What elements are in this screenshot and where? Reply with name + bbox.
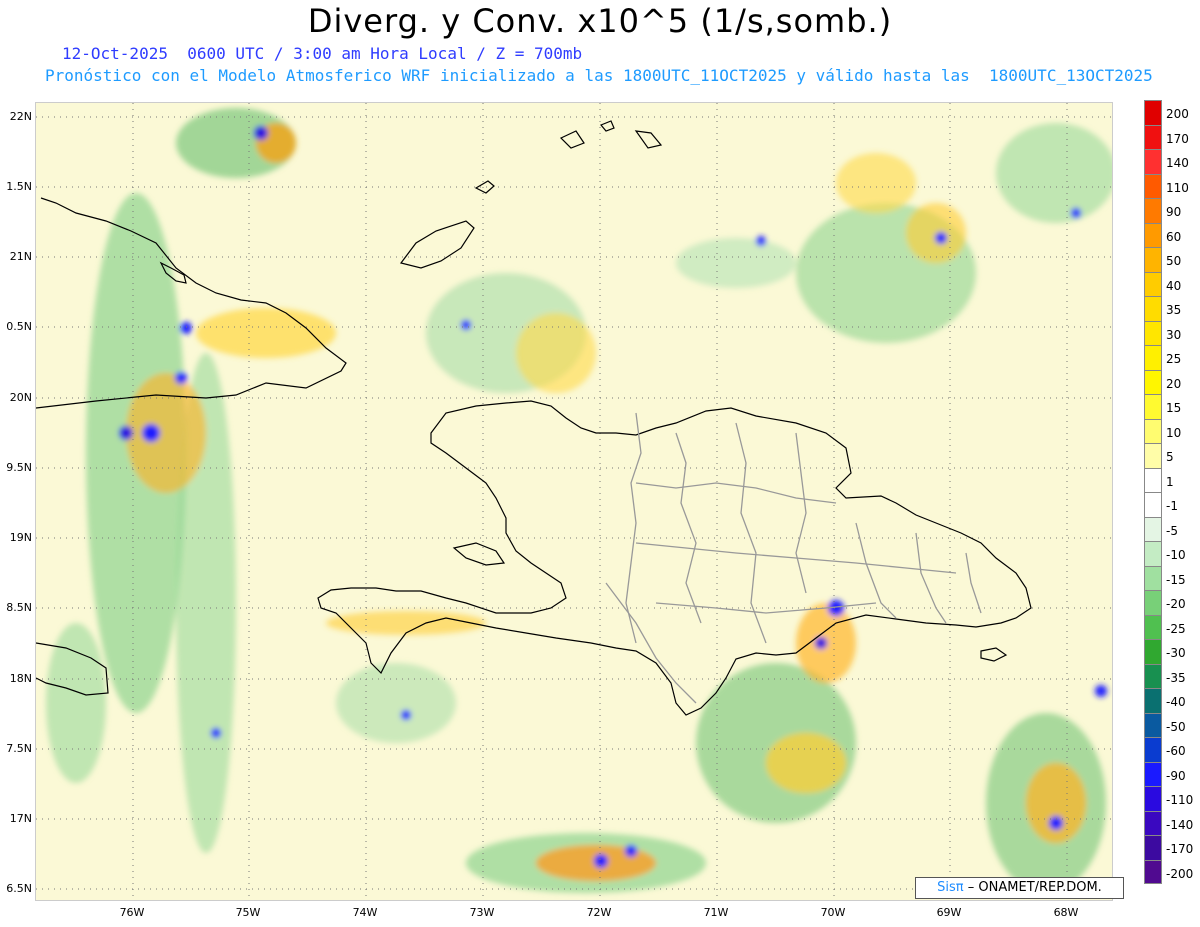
colorbar-label: -30 [1166,646,1186,660]
lat-label: 9.5N [6,461,32,474]
lon-label: 74W [352,906,378,919]
colorbar-label: 30 [1166,327,1182,342]
colorbar-label: -40 [1166,695,1186,709]
colorbar-label: 60 [1166,229,1182,244]
colorbar-swatch [1144,614,1162,639]
colorbar-swatch [1144,198,1162,223]
valid-time-subtitle: 12-Oct-2025 0600 UTC / 3:00 am Hora Loca… [62,44,583,63]
colorbar-label: -10 [1166,548,1186,562]
lon-label: 73W [469,906,495,919]
colorbar-label: -50 [1166,719,1186,734]
colorbar-label: 35 [1166,303,1182,317]
colorbar-swatch [1144,222,1162,247]
colorbar-label: 20 [1166,376,1182,391]
lat-label: 18N [9,672,32,685]
colorbar-label: -140 [1166,817,1194,832]
colorbar-swatch [1144,541,1162,566]
colorbar-label: 15 [1166,401,1182,415]
map-title: Diverg. y Conv. x10^5 (1/s,somb.) [307,2,893,40]
lat-label: 0.5N [6,320,32,333]
colorbar-swatch [1144,271,1162,296]
colorbar-swatch [1144,247,1162,272]
lon-label: 75W [235,906,261,919]
colorbar-label: 200 [1166,107,1189,121]
colorbar-swatch [1144,737,1162,762]
colorbar-swatch [1144,786,1162,811]
colorbar-swatch [1144,296,1162,321]
colorbar-label: -25 [1166,621,1186,636]
colorbar-swatch [1144,149,1162,174]
colorbar-swatch [1144,835,1162,860]
colorbar-swatch [1144,761,1162,786]
colorbar-label: -35 [1166,670,1186,685]
lat-label: 17N [9,812,32,825]
model-info-subtitle: Pronóstico con el Modelo Atmosferico WRF… [45,66,1153,85]
colorbar-swatch [1144,590,1162,615]
lat-label: 6.5N [6,882,32,895]
colorbar-swatch [1144,124,1162,149]
colorbar-swatch [1144,492,1162,517]
province-boundaries [605,412,982,704]
colorbar-swatch [1144,565,1162,590]
lat-label: 22N [9,110,32,123]
lat-label: 8.5N [6,601,32,614]
map-canvas [36,103,1112,900]
colorbar-swatch [1144,369,1162,394]
lon-label: 72W [586,906,612,919]
credit-org: – ONAMET/REP.DOM. [967,880,1102,895]
colorbar-swatch [1144,418,1162,443]
colorbar-label: 90 [1166,205,1182,219]
colorbar-swatch [1144,810,1162,835]
colorbar-label: 50 [1166,254,1182,268]
colorbar-label: 40 [1166,278,1182,293]
colorbar-label: -200 [1166,866,1194,881]
colorbar-swatch [1144,100,1162,125]
colorbar [1144,100,1162,884]
colorbar-swatch [1144,639,1162,664]
colorbar-label: 10 [1166,425,1182,440]
lat-label: 21N [9,250,32,263]
colorbar-label: 140 [1166,156,1189,170]
colorbar-swatch [1144,663,1162,688]
colorbar-label: -170 [1166,842,1194,856]
credit-box: Sisπ – ONAMET/REP.DOM. [915,877,1124,899]
colorbar-swatch [1144,712,1162,737]
lat-label: 20N [9,391,32,404]
colorbar-label: -5 [1166,523,1178,538]
colorbar-swatch [1144,467,1162,492]
colorbar-label: -1 [1166,499,1178,513]
colorbar-swatch [1144,859,1162,884]
colorbar-label: -60 [1166,744,1186,758]
colorbar-label: -110 [1166,793,1194,807]
sis-logo-text: Sisπ [937,880,964,895]
colorbar-label: 5 [1166,450,1174,464]
colorbar-label: 1 [1166,474,1174,489]
colorbar-swatch [1144,516,1162,541]
lat-label: 1.5N [6,180,32,193]
lon-label: 71W [703,906,729,919]
colorbar-label: -20 [1166,597,1186,611]
divergence-map [35,102,1113,901]
lon-label: 68W [1053,906,1079,919]
field-pattern [46,108,1112,893]
colorbar-label: -15 [1166,572,1186,587]
colorbar-label: 110 [1166,180,1189,195]
colorbar-swatch [1144,345,1162,370]
colorbar-swatch [1144,443,1162,468]
colorbar-label: -90 [1166,768,1186,783]
colorbar-label: 170 [1166,131,1189,146]
colorbar-swatch [1144,394,1162,419]
lat-label: 7.5N [6,742,32,755]
colorbar-label: 25 [1166,352,1182,366]
colorbar-swatch [1144,688,1162,713]
colorbar-swatch [1144,173,1162,198]
lon-label: 76W [119,906,145,919]
lon-label: 70W [820,906,846,919]
lat-label: 19N [9,531,32,544]
lon-label: 69W [936,906,962,919]
colorbar-swatch [1144,320,1162,345]
